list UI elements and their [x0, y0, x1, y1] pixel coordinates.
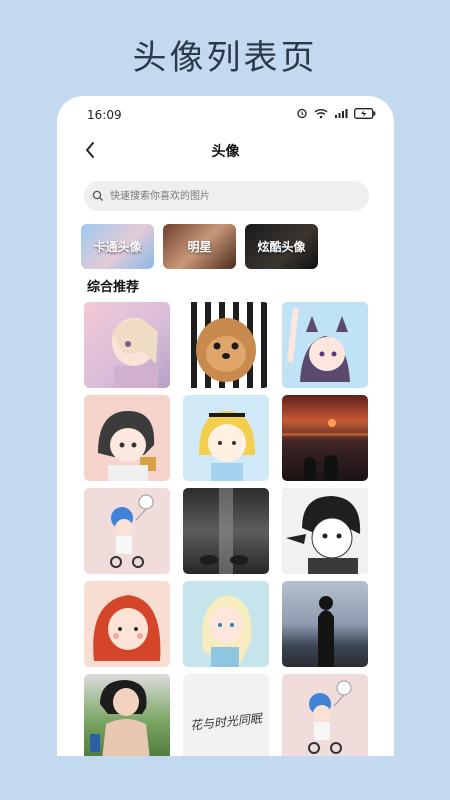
- avatar-tile[interactable]: [282, 581, 368, 667]
- signal-icon: [334, 108, 348, 122]
- calligraphy-text: 花与时光同眠: [189, 711, 264, 733]
- category-cool[interactable]: 炫酷头像: [245, 224, 318, 269]
- avatar-tile[interactable]: [84, 302, 170, 388]
- avatar-tile[interactable]: [84, 581, 170, 667]
- status-icons: [296, 107, 376, 122]
- category-row: 卡通头像 明星 炫酷头像: [81, 224, 318, 269]
- category-label: 明星: [187, 240, 212, 254]
- alarm-icon: [296, 107, 308, 122]
- search-icon: [92, 190, 104, 202]
- category-celebrity[interactable]: 明星: [163, 224, 236, 269]
- wifi-icon: [314, 108, 328, 122]
- search-input[interactable]: [108, 189, 352, 203]
- battery-icon: [354, 107, 376, 122]
- avatar-tile[interactable]: [282, 395, 368, 481]
- nav-bar: 头像: [57, 136, 394, 166]
- avatar-tile[interactable]: [84, 488, 170, 574]
- banner-title: 头像列表页: [132, 38, 318, 78]
- avatar-tile[interactable]: [183, 488, 269, 574]
- page-title: 头像: [211, 144, 240, 160]
- category-label: 卡通头像: [93, 240, 142, 254]
- avatar-tile[interactable]: [84, 674, 170, 756]
- phone-screen: 16:09 头像 卡通头像 明星 炫酷头像 综合推荐: [57, 96, 394, 756]
- status-time: 16:09: [87, 108, 122, 122]
- avatar-tile[interactable]: [282, 488, 368, 574]
- avatar-tile[interactable]: [282, 674, 368, 756]
- avatar-tile[interactable]: [282, 302, 368, 388]
- avatar-tile[interactable]: [183, 581, 269, 667]
- avatar-tile[interactable]: 花与时光同眠: [183, 674, 269, 756]
- category-label: 炫酷头像: [257, 240, 306, 254]
- avatar-tile[interactable]: [84, 395, 170, 481]
- search-bar[interactable]: [84, 181, 369, 211]
- category-cartoon[interactable]: 卡通头像: [81, 224, 154, 269]
- avatar-tile[interactable]: [183, 395, 269, 481]
- status-bar: 16:09: [57, 96, 394, 136]
- avatar-tile[interactable]: [183, 302, 269, 388]
- avatar-grid: 花与时光同眠: [84, 302, 374, 756]
- section-title: 综合推荐: [87, 280, 140, 295]
